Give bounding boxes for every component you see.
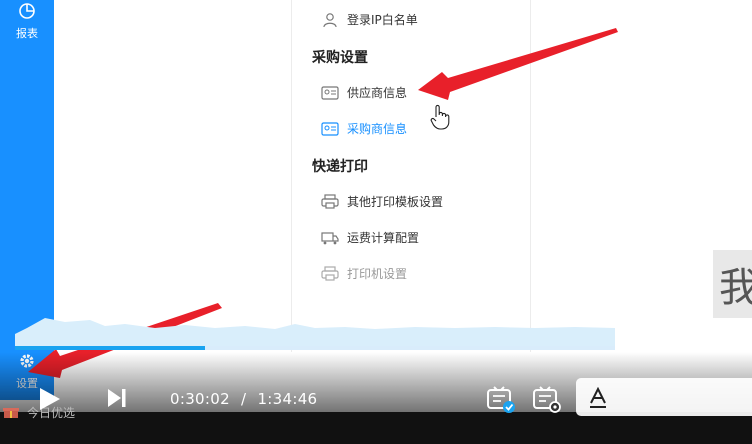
time-separator: / <box>241 390 247 408</box>
danmaku-input[interactable] <box>576 378 752 416</box>
red-arrow-icon <box>418 28 618 100</box>
player-bottom-bar <box>0 412 752 444</box>
playback-time: 0:30:02 / 1:34:46 <box>170 390 317 408</box>
total-time: 1:34:46 <box>257 390 318 408</box>
danmaku-settings-icon[interactable] <box>532 386 562 414</box>
current-time: 0:30:02 <box>170 390 230 408</box>
gift-icon <box>3 408 19 418</box>
video-progress-bar[interactable] <box>15 346 615 350</box>
danmaku-toggle-icon[interactable] <box>486 386 516 414</box>
play-icon[interactable] <box>36 386 62 412</box>
audio-waveform <box>15 318 615 350</box>
subtitle-fragment: 我 <box>713 250 752 318</box>
video-progress-fill <box>15 346 206 350</box>
text-style-icon[interactable] <box>588 387 608 409</box>
skip-next-icon[interactable] <box>106 388 128 408</box>
